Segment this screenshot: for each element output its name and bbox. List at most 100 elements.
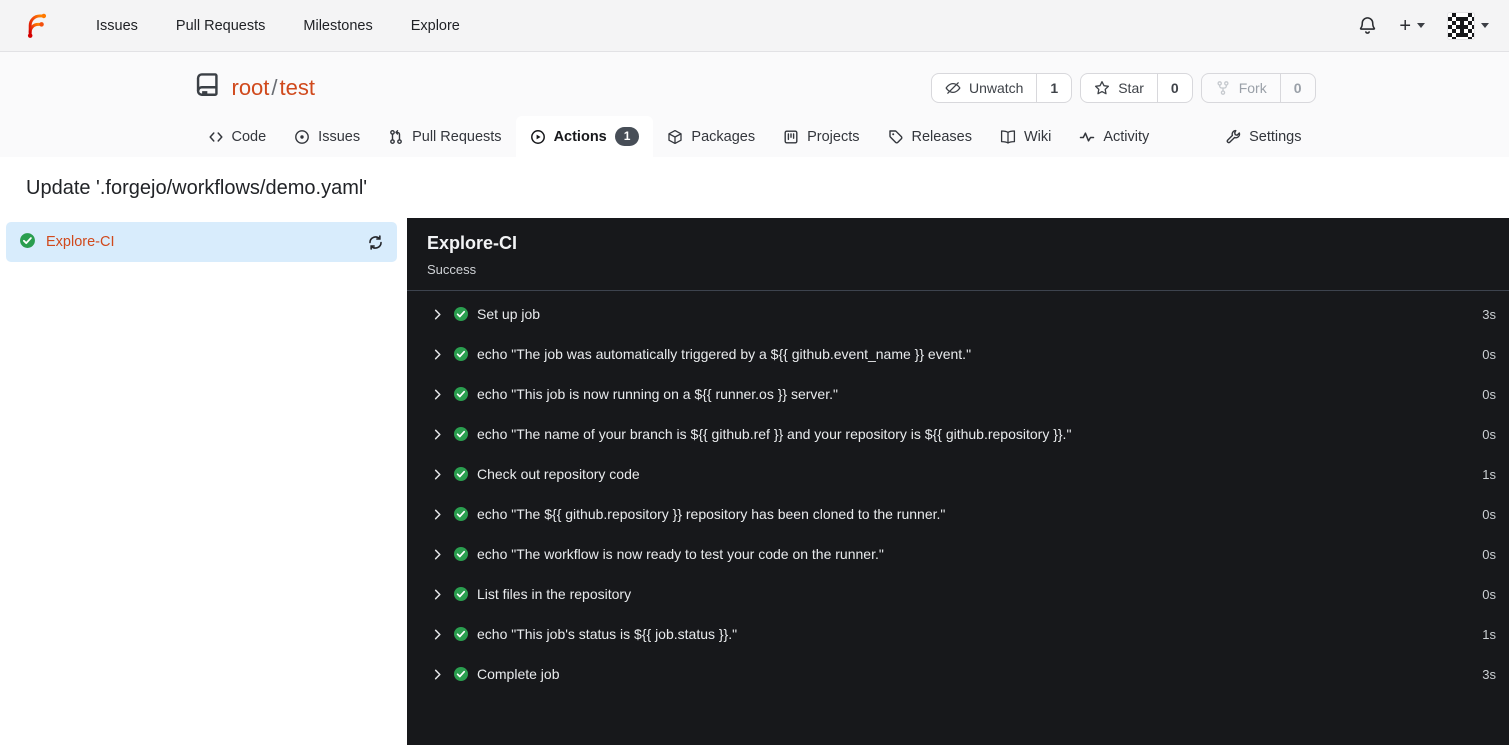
step-duration: 0s — [1482, 586, 1496, 602]
user-menu-button[interactable] — [1447, 11, 1489, 40]
book-icon — [1000, 129, 1016, 144]
jobs-sidebar: Explore-CI — [0, 218, 407, 745]
step-duration: 0s — [1482, 386, 1496, 402]
job-logs-panel: Explore-CI Success Set up job 3s echo "T… — [407, 218, 1509, 745]
navbar-links: Issues Pull Requests Milestones Explore — [77, 18, 479, 34]
tab-code[interactable]: Code — [194, 116, 281, 157]
notifications-bell-icon[interactable] — [1358, 16, 1377, 35]
step-label: echo "This job is now running on a ${{ r… — [477, 386, 838, 402]
step-row[interactable]: echo "The job was automatically triggere… — [407, 334, 1509, 374]
create-new-button[interactable]: + — [1399, 16, 1425, 36]
step-label: echo "The ${{ github.repository }} repos… — [477, 506, 946, 522]
nav-link-pull-requests[interactable]: Pull Requests — [157, 18, 284, 34]
step-row[interactable]: echo "This job's status is ${{ job.statu… — [407, 614, 1509, 654]
tab-packages[interactable]: Packages — [653, 116, 769, 157]
fork-icon — [1217, 81, 1229, 95]
tab-pull-requests[interactable]: Pull Requests — [374, 116, 515, 157]
step-success-icon — [453, 586, 469, 602]
unwatch-button[interactable]: Unwatch — [932, 74, 1036, 102]
watchers-count[interactable]: 1 — [1036, 74, 1071, 102]
step-success-icon — [453, 306, 469, 322]
star-button[interactable]: Star — [1081, 74, 1157, 102]
tools-icon — [1226, 129, 1241, 143]
package-icon — [668, 129, 683, 144]
issue-icon — [295, 129, 310, 144]
top-navbar: Issues Pull Requests Milestones Explore … — [0, 0, 1509, 52]
pull-request-icon — [390, 129, 402, 144]
tab-issues[interactable]: Issues — [280, 116, 374, 157]
job-panel-title: Explore-CI — [427, 233, 518, 253]
job-item-explore-ci[interactable]: Explore-CI — [6, 222, 397, 262]
step-duration: 1s — [1482, 466, 1496, 482]
step-row[interactable]: echo "The name of your branch is ${{ git… — [407, 414, 1509, 454]
step-row[interactable]: echo "The workflow is now ready to test … — [407, 534, 1509, 574]
repo-name-link[interactable]: test — [280, 75, 315, 100]
nav-link-explore[interactable]: Explore — [392, 18, 479, 34]
forgejo-logo-icon[interactable] — [24, 12, 51, 39]
job-status-text: Success — [427, 262, 477, 277]
repo-action-buttons: Unwatch 1 Star 0 Fork 0 — [930, 73, 1316, 103]
step-row[interactable]: echo "This job is now running on a ${{ r… — [407, 374, 1509, 414]
chevron-right-icon — [431, 388, 444, 401]
tab-projects[interactable]: Projects — [769, 116, 873, 157]
actions-play-icon — [530, 129, 545, 144]
repo-separator: / — [271, 75, 278, 100]
sync-icon — [369, 234, 382, 250]
rerun-job-button[interactable] — [367, 234, 384, 251]
unwatch-label: Unwatch — [968, 80, 1024, 96]
fork-button[interactable]: Fork — [1202, 74, 1280, 102]
step-success-icon — [453, 426, 469, 442]
unwatch-button-group: Unwatch 1 — [930, 73, 1073, 103]
step-duration: 0s — [1482, 346, 1496, 362]
tab-settings[interactable]: Settings — [1211, 116, 1315, 157]
tab-wiki[interactable]: Wiki — [986, 116, 1065, 157]
step-row[interactable]: echo "The ${{ github.repository }} repos… — [407, 494, 1509, 534]
repo-owner-link[interactable]: root — [232, 75, 270, 100]
chevron-right-icon — [431, 668, 444, 681]
chevron-down-icon — [1417, 23, 1425, 28]
step-success-icon — [453, 466, 469, 482]
step-duration: 0s — [1482, 426, 1496, 442]
fork-label: Fork — [1238, 80, 1267, 96]
step-row[interactable]: Check out repository code 1s — [407, 454, 1509, 494]
step-label: echo "This job's status is ${{ job.statu… — [477, 626, 738, 642]
stars-count[interactable]: 0 — [1156, 74, 1192, 102]
step-success-icon — [453, 346, 469, 362]
step-duration: 0s — [1482, 506, 1496, 522]
code-icon — [208, 131, 223, 142]
avatar — [1447, 11, 1475, 40]
forks-count[interactable]: 0 — [1279, 74, 1315, 102]
tag-icon — [888, 129, 902, 143]
chevron-right-icon — [431, 588, 444, 601]
job-panel-header: Explore-CI Success — [407, 218, 1509, 291]
nav-link-milestones[interactable]: Milestones — [284, 18, 391, 34]
job-name: Explore-CI — [46, 234, 115, 250]
tab-actions[interactable]: Actions 1 — [515, 116, 654, 157]
step-success-icon — [453, 386, 469, 402]
fork-button-group: Fork 0 — [1200, 73, 1316, 103]
tab-releases[interactable]: Releases — [874, 116, 986, 157]
chevron-right-icon — [431, 308, 444, 321]
chevron-right-icon — [431, 548, 444, 561]
repo-header: root/test Unwatch 1 Star 0 Fork 0 Code I… — [0, 52, 1509, 157]
step-success-icon — [453, 546, 469, 562]
step-duration: 3s — [1482, 666, 1496, 682]
actions-run-page: Update '.forgejo/workflows/demo.yaml' Ex… — [0, 157, 1509, 745]
step-label: Complete job — [477, 666, 560, 682]
step-row[interactable]: Set up job 3s — [407, 294, 1509, 334]
step-row[interactable]: List files in the repository 0s — [407, 574, 1509, 614]
project-board-icon — [784, 130, 798, 144]
job-success-icon — [19, 232, 36, 252]
actions-count-badge: 1 — [614, 127, 640, 146]
star-label: Star — [1118, 80, 1144, 96]
step-duration: 0s — [1482, 546, 1496, 562]
plus-icon: + — [1399, 14, 1411, 37]
tab-activity[interactable]: Activity — [1065, 116, 1163, 157]
step-row[interactable]: Complete job 3s — [407, 654, 1509, 694]
nav-link-issues[interactable]: Issues — [77, 18, 157, 34]
chevron-right-icon — [431, 428, 444, 441]
step-duration: 1s — [1482, 626, 1496, 642]
step-success-icon — [453, 666, 469, 682]
chevron-right-icon — [431, 508, 444, 521]
chevron-right-icon — [431, 348, 444, 361]
